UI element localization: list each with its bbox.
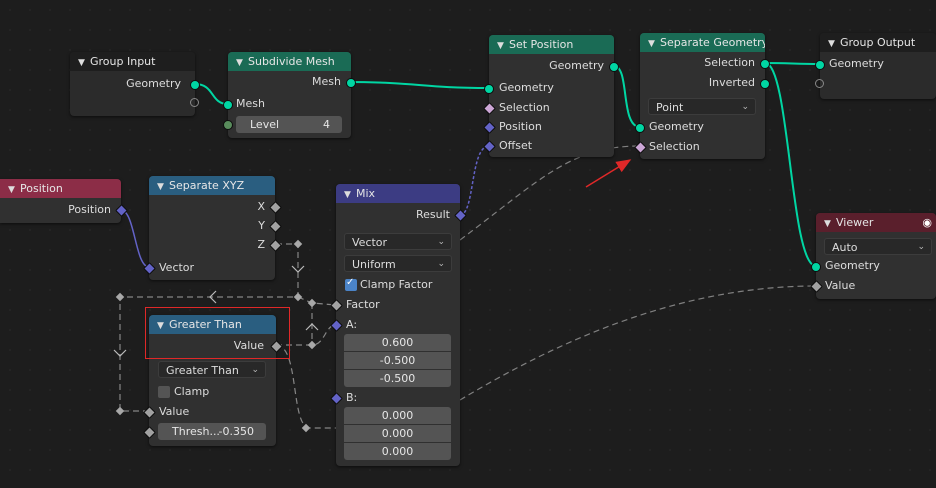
selection-output-socket[interactable] xyxy=(760,59,770,69)
node-header[interactable]: ▼ Subdivide Mesh xyxy=(228,52,351,71)
empty-input-socket[interactable] xyxy=(815,79,824,88)
collapse-chevron-icon[interactable]: ▼ xyxy=(648,35,660,52)
socket-label: Offset xyxy=(499,139,533,152)
inverted-output-socket[interactable] xyxy=(760,79,770,89)
collapse-chevron-icon[interactable]: ▼ xyxy=(344,186,356,203)
geometry-input-socket[interactable] xyxy=(811,262,821,272)
node-group-output[interactable]: ▼ Group Output Geometry xyxy=(815,33,936,99)
socket-label: Geometry xyxy=(549,59,604,72)
eye-icon[interactable]: ◉ xyxy=(922,213,932,232)
collapse-chevron-icon[interactable]: ▼ xyxy=(8,181,20,198)
collapse-chevron-icon[interactable]: ▼ xyxy=(497,37,509,54)
geometry-input-socket[interactable] xyxy=(815,60,825,70)
highlight-box xyxy=(145,307,290,359)
collapse-chevron-icon[interactable]: ▼ xyxy=(78,54,90,71)
socket-label: Geometry xyxy=(825,259,880,272)
geometry-input-socket[interactable] xyxy=(635,123,645,133)
collapse-chevron-icon[interactable]: ▼ xyxy=(828,35,840,52)
domain-dropdown[interactable]: Point ⌄ xyxy=(648,98,756,115)
collapse-chevron-icon[interactable]: ▼ xyxy=(824,215,836,232)
socket-label: Value xyxy=(825,279,856,292)
chevron-down-icon: ⌄ xyxy=(251,365,259,375)
a-x-field[interactable]: 0.600 xyxy=(344,334,451,351)
viewer-domain-dropdown[interactable]: Auto ⌄ xyxy=(824,238,932,255)
node-header[interactable]: ▼ Set Position xyxy=(489,35,614,54)
socket-label: Geometry xyxy=(499,81,554,94)
socket-label: Factor xyxy=(346,298,380,311)
collapse-chevron-icon[interactable]: ▼ xyxy=(236,54,248,71)
geometry-input-socket[interactable] xyxy=(484,84,494,94)
node-title: Separate XYZ xyxy=(169,179,245,192)
node-header[interactable]: ▼ Viewer ◉ xyxy=(816,213,936,232)
level-input-socket[interactable] xyxy=(223,120,233,130)
socket-label: Inverted xyxy=(708,76,755,89)
socket-label: Mesh xyxy=(236,97,265,110)
node-title: Mix xyxy=(356,187,376,200)
node-header[interactable]: ▼ Group Output xyxy=(820,33,936,52)
chevron-down-icon: ⌄ xyxy=(437,237,445,247)
node-header[interactable]: ▼ Mix xyxy=(336,184,460,203)
b-z-field[interactable]: 0.000 xyxy=(344,443,451,460)
node-separate-xyz[interactable]: ▼ Separate XYZ X Y Z Vector xyxy=(143,176,282,280)
socket-label: Selection xyxy=(704,56,755,69)
level-field[interactable]: Level 4 xyxy=(236,116,342,133)
node-header[interactable]: ▼ Position xyxy=(0,179,121,198)
socket-label: Position xyxy=(68,203,111,216)
node-title: Separate Geometry xyxy=(660,36,765,49)
node-set-position[interactable]: ▼ Set Position Geometry Geometry Selectio… xyxy=(483,35,619,157)
collapse-chevron-icon[interactable]: ▼ xyxy=(157,178,169,195)
geometry-output-socket[interactable] xyxy=(609,62,619,72)
socket-label: Selection xyxy=(499,101,550,114)
chevron-down-icon: ⌄ xyxy=(437,259,445,269)
a-y-field[interactable]: -0.500 xyxy=(344,352,451,369)
socket-label: Mesh xyxy=(312,75,341,88)
socket-label: X xyxy=(257,200,265,213)
a-z-field[interactable]: -0.500 xyxy=(344,370,451,387)
operation-dropdown[interactable]: Greater Than ⌄ xyxy=(158,361,266,378)
node-header[interactable]: ▼ Separate XYZ xyxy=(149,176,275,195)
socket-label: Vector xyxy=(159,261,195,274)
node-viewer[interactable]: ▼ Viewer ◉ Auto ⌄ Geometry Value xyxy=(810,213,936,299)
threshold-field[interactable]: Thresh... -0.350 xyxy=(158,423,266,440)
chevron-down-icon: ⌄ xyxy=(917,242,925,252)
socket-label: Geometry xyxy=(126,77,181,90)
node-position[interactable]: ▼ Position Position xyxy=(0,179,128,223)
socket-label: Geometry xyxy=(829,57,884,70)
socket-label: Selection xyxy=(649,140,700,153)
b-x-field[interactable]: 0.000 xyxy=(344,407,451,424)
node-title: Position xyxy=(20,182,63,195)
node-title: Group Output xyxy=(840,36,916,49)
checkbox-label: Clamp Factor xyxy=(360,278,433,291)
node-title: Subdivide Mesh xyxy=(248,55,335,68)
socket-label: Y xyxy=(258,219,265,232)
node-header[interactable]: ▼ Separate Geometry xyxy=(640,33,765,52)
chevron-down-icon: ⌄ xyxy=(741,102,749,112)
checkmark-icon: ✓ xyxy=(346,277,355,288)
node-title: Set Position xyxy=(509,38,574,51)
mesh-input-socket[interactable] xyxy=(223,100,233,110)
checkbox-label: Clamp xyxy=(174,385,210,398)
mesh-output-socket[interactable] xyxy=(346,78,356,88)
socket-label: B: xyxy=(346,391,358,404)
empty-output-socket[interactable] xyxy=(190,98,199,107)
node-title: Group Input xyxy=(90,55,156,68)
node-separate-geometry[interactable]: ▼ Separate Geometry Selection Inverted Po… xyxy=(634,33,770,159)
socket-label: Result xyxy=(416,208,450,221)
data-type-dropdown[interactable]: Vector ⌄ xyxy=(344,233,452,250)
node-group-input[interactable]: ▼ Group Input Geometry xyxy=(70,52,200,116)
geometry-output-socket[interactable] xyxy=(190,80,200,90)
node-mix[interactable]: ▼ Mix Result Vector ⌄ Uniform ⌄ ✓ Clamp Fac… xyxy=(330,184,467,466)
socket-label: A: xyxy=(346,318,358,331)
clamp-factor-checkbox[interactable]: ✓ xyxy=(345,277,357,291)
clamp-checkbox[interactable] xyxy=(158,386,170,398)
node-subdivide-mesh[interactable]: ▼ Subdivide Mesh Mesh Mesh Level 4 xyxy=(223,52,356,138)
factor-mode-dropdown[interactable]: Uniform ⌄ xyxy=(344,255,452,272)
node-header[interactable]: ▼ Group Input xyxy=(70,52,195,71)
b-y-field[interactable]: 0.000 xyxy=(344,425,451,442)
socket-label: Value xyxy=(159,405,190,418)
socket-label: Z xyxy=(257,238,265,251)
socket-label: Geometry xyxy=(649,120,704,133)
socket-label: Position xyxy=(499,120,542,133)
node-title: Viewer xyxy=(836,216,874,229)
